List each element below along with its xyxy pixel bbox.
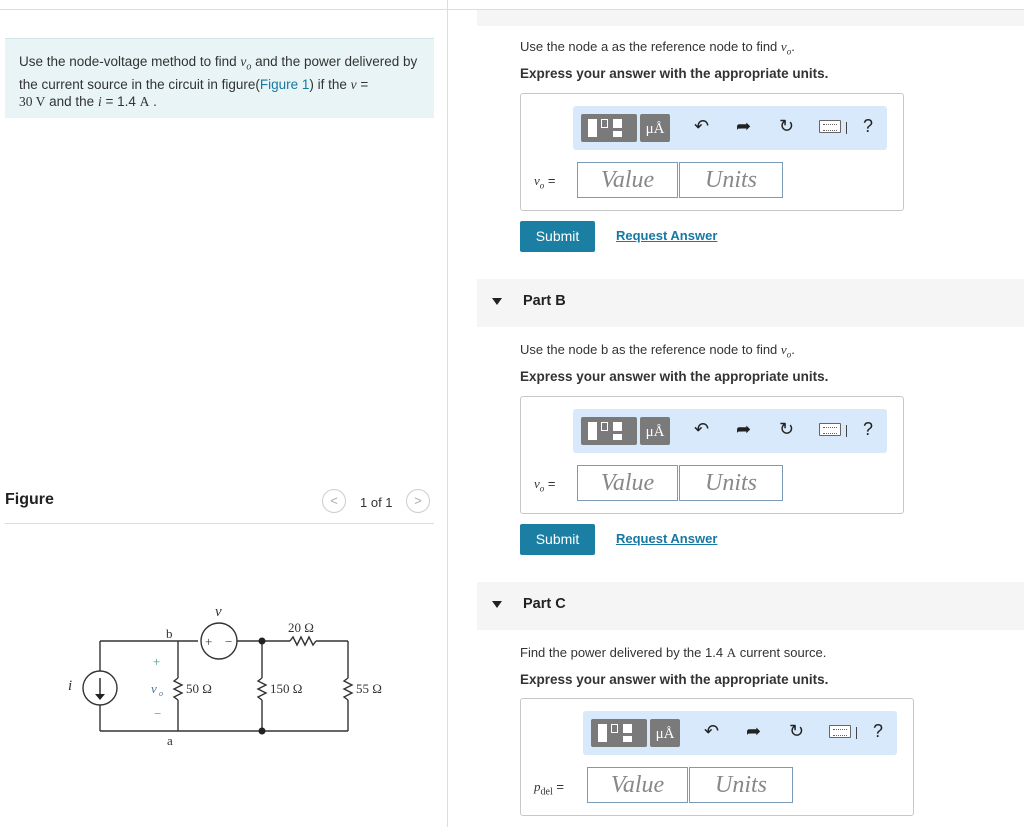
units-icon[interactable]: μÅ [640, 417, 670, 445]
toolbar-separator [856, 727, 857, 739]
reset-icon[interactable]: ↻ [779, 419, 794, 440]
part-a-answer-box: μÅ ↶ ➦ ↻ ? vo = Value Units [520, 93, 904, 211]
part-a-variable-label: vo = [534, 173, 556, 191]
part-b-request-answer-link[interactable]: Request Answer [616, 531, 717, 546]
label-vo: v [151, 681, 157, 696]
left-panel: Use the node-voltage method to find vo a… [0, 0, 448, 827]
part-b-answer-box: μÅ ↶ ➦ ↻ ? vo = Value Units [520, 396, 904, 514]
label-node-a: a [167, 733, 173, 748]
undo-icon[interactable]: ↶ [704, 721, 719, 742]
part-b-value-input[interactable]: Value [577, 465, 678, 501]
problem-text-4: = [356, 76, 369, 92]
part-c-instruction: Find the power delivered by the 1.4 A cu… [520, 645, 827, 660]
next-figure-button[interactable]: > [406, 489, 430, 513]
current-arrow-head [95, 694, 105, 700]
label-r20: 20 Ω [288, 620, 314, 635]
label-i: i [68, 678, 72, 694]
redo-icon[interactable]: ➦ [736, 116, 751, 137]
part-a-toolbar: μÅ ↶ ➦ ↻ ? [573, 106, 887, 150]
resistor-55-zigzag [342, 677, 354, 701]
undo-icon[interactable]: ↶ [694, 116, 709, 137]
part-b-units-note: Express your answer with the appropriate… [520, 369, 829, 384]
v-value: 30 V [19, 93, 46, 109]
part-b-instruction: Use the node b as the reference node to … [520, 342, 795, 360]
label-node-b: b [166, 626, 173, 641]
part-a-value-input[interactable]: Value [577, 162, 678, 198]
keyboard-icon[interactable] [819, 120, 841, 133]
part-a-units-input[interactable]: Units [679, 162, 783, 198]
part-b-header[interactable]: Part B [477, 279, 1024, 327]
resistor-50-zigzag [172, 677, 184, 701]
var-vo: vo [240, 54, 252, 73]
toolbar-separator [846, 425, 847, 437]
reset-icon[interactable]: ↻ [779, 116, 794, 137]
redo-icon[interactable]: ➦ [736, 419, 751, 440]
templates-icon[interactable] [591, 719, 647, 747]
part-a-units-note: Express your answer with the appropriate… [520, 66, 829, 81]
help-icon[interactable]: ? [863, 419, 873, 440]
part-c-title: Part C [523, 596, 566, 612]
label-r150: 150 Ω [270, 681, 302, 696]
part-a-instruction: Use the node a as the reference node to … [520, 39, 795, 57]
part-c-units-note: Express your answer with the appropriate… [520, 672, 829, 687]
units-icon[interactable]: μÅ [650, 719, 680, 747]
problem-text-3: ) if the [309, 76, 351, 92]
label-v: v [215, 604, 222, 620]
previous-figure-button[interactable]: < [322, 489, 346, 513]
part-b-title: Part B [523, 293, 566, 309]
redo-icon[interactable]: ➦ [746, 721, 761, 742]
label-vo-sub: o [159, 689, 163, 698]
part-b-submit-button[interactable]: Submit [520, 524, 595, 555]
part-a-request-answer-link[interactable]: Request Answer [616, 228, 717, 243]
part-b-units-input[interactable]: Units [679, 465, 783, 501]
label-vo-plus: + [153, 654, 160, 669]
problem-text-7: . [149, 93, 157, 109]
figure-title: Figure [5, 491, 54, 508]
help-icon[interactable]: ? [863, 116, 873, 137]
problem-text-6: = 1.4 [101, 93, 140, 109]
part-c-variable-label: pdel = [534, 779, 564, 798]
collapse-arrow-icon[interactable] [492, 298, 502, 305]
part-c-header[interactable]: Part C [477, 582, 1024, 630]
node-dot-top [258, 637, 266, 645]
part-c-units-input[interactable]: Units [689, 767, 793, 803]
part-a-submit-button[interactable]: Submit [520, 221, 595, 252]
part-b-variable-label: vo = [534, 476, 556, 494]
part-c-answer-box: μÅ ↶ ➦ ↻ ? pdel = Value Units [520, 698, 914, 816]
i-unit: A [139, 93, 150, 109]
label-src-plus: + [205, 634, 212, 649]
collapse-arrow-icon[interactable] [492, 601, 502, 608]
templates-icon[interactable] [581, 114, 637, 142]
label-r55: 55 Ω [356, 681, 382, 696]
label-vo-minus: − [154, 706, 161, 721]
part-a-header-band [477, 10, 1024, 26]
problem-text-1: Use the node-voltage method to find [19, 54, 241, 69]
reset-icon[interactable]: ↻ [789, 721, 804, 742]
problem-text-5: and the [45, 93, 98, 109]
problem-statement: Use the node-voltage method to find vo a… [5, 38, 434, 118]
units-icon[interactable]: μÅ [640, 114, 670, 142]
help-icon[interactable]: ? [873, 721, 883, 742]
part-b-toolbar: μÅ ↶ ➦ ↻ ? [573, 409, 887, 453]
toolbar-separator [846, 122, 847, 134]
keyboard-icon[interactable] [829, 725, 851, 738]
label-src-minus: − [225, 634, 232, 649]
part-c-value-input[interactable]: Value [587, 767, 688, 803]
part-c-toolbar: μÅ ↶ ➦ ↻ ? [583, 711, 897, 755]
templates-icon[interactable] [581, 417, 637, 445]
figure-header: Figure < 1 of 1 > [5, 488, 434, 524]
undo-icon[interactable]: ↶ [694, 419, 709, 440]
resistor-20-zigzag [289, 635, 317, 647]
label-r50: 50 Ω [186, 681, 212, 696]
figure-link[interactable]: Figure 1 [260, 77, 310, 92]
figure-counter: 1 of 1 [360, 495, 393, 510]
resistor-150-zigzag [256, 677, 268, 701]
node-dot-bottom [258, 727, 266, 735]
circuit-diagram: i v b a + − + v o − 50 Ω 150 Ω 55 Ω 20 Ω [68, 604, 382, 748]
keyboard-icon[interactable] [819, 423, 841, 436]
